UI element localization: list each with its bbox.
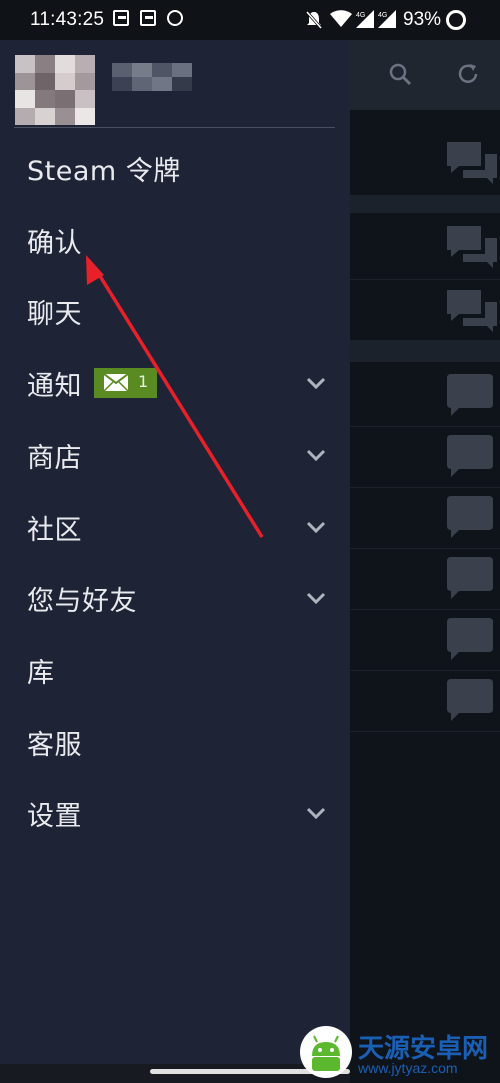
annotation-arrow — [86, 255, 264, 538]
android-robot-icon — [312, 1035, 340, 1071]
watermark-url: www.jytyaz.com — [358, 1060, 458, 1076]
watermark-logo — [300, 1026, 352, 1078]
watermark: 天源安卓网 www.jytyaz.com — [300, 1026, 500, 1083]
